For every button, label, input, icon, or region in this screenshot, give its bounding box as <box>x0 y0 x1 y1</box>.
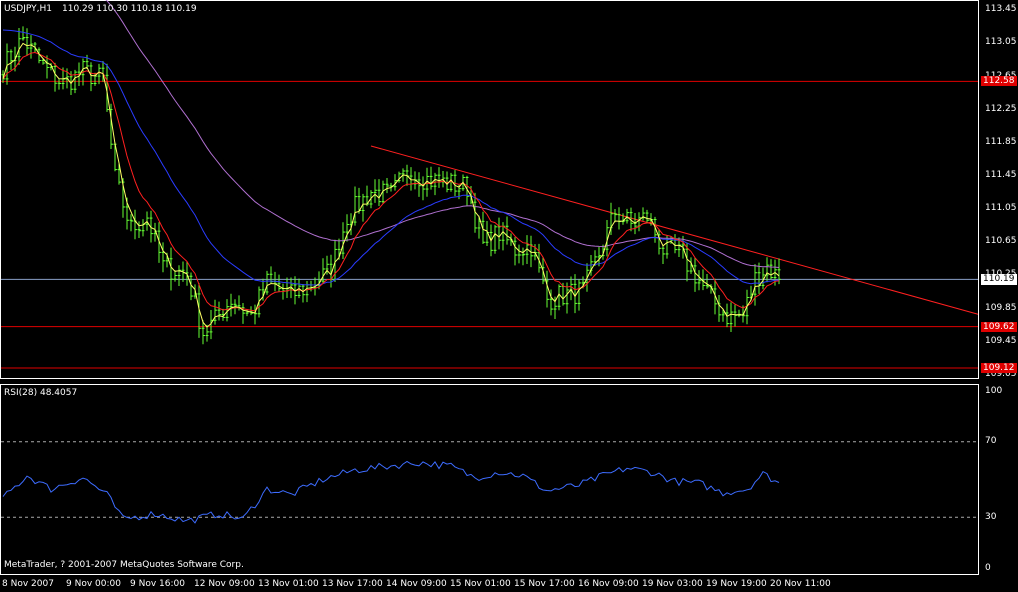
rsi-tick-100: 100 <box>985 386 1003 396</box>
symbol-label: USDJPY,H1 <box>4 4 52 14</box>
price-tick-label: 109.85 <box>985 302 1017 313</box>
time-tick-label: 9 Nov 00:00 <box>66 579 121 589</box>
rsi-value: 48.4057 <box>39 388 78 398</box>
level-price-tag: 112.58 <box>981 76 1017 87</box>
time-tick-label: 9 Nov 16:00 <box>130 579 185 589</box>
price-tick-label: 113.05 <box>985 37 1017 48</box>
price-tick-label: 113.45 <box>985 4 1017 15</box>
chart-canvas[interactable] <box>0 0 1018 592</box>
rsi-tick-0: 0 <box>985 563 991 573</box>
rsi-tick-70: 70 <box>985 436 997 446</box>
time-tick-label: 14 Nov 09:00 <box>386 579 447 589</box>
time-tick-label: 16 Nov 09:00 <box>578 579 639 589</box>
price-tick-label: 111.45 <box>985 170 1017 180</box>
current-price-tag: 110.19 <box>981 274 1017 286</box>
time-tick-label: 20 Nov 11:00 <box>770 579 831 589</box>
time-tick-label: 19 Nov 19:00 <box>706 579 767 589</box>
price-tick-label: 111.85 <box>985 136 1017 147</box>
time-tick-label: 13 Nov 01:00 <box>258 579 319 589</box>
price-tick-label: 110.65 <box>985 236 1017 247</box>
copyright-text: MetaTrader, ? 2001-2007 MetaQuotes Softw… <box>4 560 244 570</box>
rsi-name: RSI(28) <box>4 388 38 398</box>
moving-average-slowest-line <box>105 0 780 268</box>
level-price-tag: 109.12 <box>981 363 1017 374</box>
time-tick-label: 8 Nov 2007 <box>2 579 54 589</box>
price-tick-label: 111.05 <box>985 203 1017 214</box>
time-tick-label: 15 Nov 17:00 <box>514 579 575 589</box>
rsi-line <box>2 460 780 524</box>
time-tick-label: 13 Nov 17:00 <box>322 579 383 589</box>
time-tick-label: 19 Nov 03:00 <box>642 579 703 589</box>
time-tick-label: 15 Nov 01:00 <box>450 579 511 589</box>
level-price-tag: 109.62 <box>981 321 1017 332</box>
price-tick-label: 112.25 <box>985 103 1017 114</box>
rsi-label: RSI(28) 48.4057 <box>4 388 77 398</box>
price-tick-label: 109.45 <box>985 335 1017 346</box>
rsi-tick-30: 30 <box>985 512 997 522</box>
ohlc-label: 110.29 110.30 110.18 110.19 <box>62 4 197 14</box>
time-tick-label: 12 Nov 09:00 <box>194 579 255 589</box>
trendline <box>370 145 979 315</box>
